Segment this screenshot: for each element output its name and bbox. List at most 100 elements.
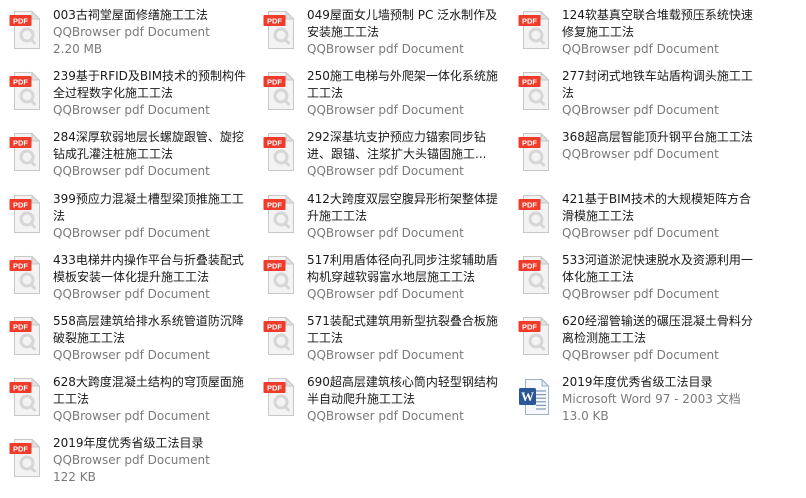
file-item[interactable]: PDF 277封闭式地铁车站盾构调头施工工法 QQBrowser pdf Docum… bbox=[509, 63, 759, 123]
file-item[interactable]: PDF 124软基真空联合堆载预压系统快速修复施工工法 QQBrowser pdf … bbox=[509, 2, 759, 62]
file-item[interactable]: PDF 239基于RFID及BIM技术的预制构件全过程数字化施工工法 QQBrows… bbox=[0, 63, 250, 123]
pdf-file-icon: PDF bbox=[263, 255, 295, 294]
file-info: 2019年度优秀省级工法目录 QQBrowser pdf Document 122 … bbox=[53, 435, 248, 486]
file-item[interactable]: PDF 399预应力混凝土槽型梁顶推施工工法 QQBrowser pdf Docum… bbox=[0, 186, 250, 246]
file-item[interactable]: PDF 533河道淤泥快速脱水及资源利用一体化施工工法 QQBrowser pdf … bbox=[509, 247, 759, 307]
pdf-icon-container: PDF bbox=[263, 377, 295, 417]
file-name: 399预应力混凝土槽型梁顶推施工工法 bbox=[53, 192, 244, 223]
file-info: 412大跨度双层空腹异形桁架整体提升施工工法 QQBrowser pdf Docu… bbox=[307, 191, 502, 242]
pdf-file-icon: PDF bbox=[263, 71, 295, 110]
file-item[interactable]: PDF 628大跨度混凝土结构的穹顶屋面施工工法 QQBrowser pdf Doc… bbox=[0, 369, 250, 429]
pdf-badge-label: PDF bbox=[13, 78, 28, 87]
pdf-file-icon: PDF bbox=[9, 377, 41, 416]
file-name: 690超高层建筑核心筒内轻型钢结构半自动爬升施工工法 bbox=[307, 375, 498, 406]
file-type: QQBrowser pdf Document bbox=[53, 164, 210, 178]
pdf-icon-container: PDF bbox=[9, 316, 41, 356]
pdf-file-icon: PDF bbox=[263, 316, 295, 355]
pdf-icon-container: PDF bbox=[263, 316, 295, 356]
file-item[interactable]: PDF 421基于BIM技术的大规模矩阵方合滑模施工工法 QQBrowser pdf… bbox=[509, 186, 759, 246]
pdf-badge-label: PDF bbox=[522, 323, 537, 332]
pdf-icon-container: PDF bbox=[9, 10, 41, 50]
pdf-badge-label: PDF bbox=[267, 323, 282, 332]
file-item[interactable]: PDF 558高层建筑给排水系统管道防沉降破裂施工工法 QQBrowser pdf … bbox=[0, 308, 250, 368]
file-info: 239基于RFID及BIM技术的预制构件全过程数字化施工工法 QQBrowser … bbox=[53, 68, 248, 119]
file-type: QQBrowser pdf Document bbox=[307, 42, 464, 56]
file-name: 2019年度优秀省级工法目录 bbox=[562, 375, 713, 389]
file-info: 620经溜管输送的碾压混凝土骨料分离检测施工工法 QQBrowser pdf Do… bbox=[562, 313, 757, 364]
pdf-badge-label: PDF bbox=[522, 201, 537, 210]
file-info: 277封闭式地铁车站盾构调头施工工法 QQBrowser pdf Document bbox=[562, 68, 757, 119]
pdf-icon-container: PDF bbox=[518, 132, 550, 172]
file-info: 533河道淤泥快速脱水及资源利用一体化施工工法 QQBrowser pdf Doc… bbox=[562, 252, 757, 303]
file-info: 124软基真空联合堆载预压系统快速修复施工工法 QQBrowser pdf Doc… bbox=[562, 7, 757, 58]
file-name: 620经溜管输送的碾压混凝土骨料分离检测施工工法 bbox=[562, 314, 753, 345]
file-info: 368超高层智能顶升钢平台施工工法 QQBrowser pdf Document bbox=[562, 129, 757, 163]
file-item[interactable]: PDF 433电梯井内操作平台与折叠装配式模板安装一体化提升施工工法 QQBrows… bbox=[0, 247, 250, 307]
file-info: 628大跨度混凝土结构的穹顶屋面施工工法 QQBrowser pdf Docume… bbox=[53, 374, 248, 425]
file-item[interactable]: PDF 690超高层建筑核心筒内轻型钢结构半自动爬升施工工法 QQBrowser p… bbox=[254, 369, 504, 429]
pdf-icon-container: PDF bbox=[518, 255, 550, 295]
pdf-badge-label: PDF bbox=[13, 384, 28, 393]
word-icon-container: W bbox=[518, 377, 550, 417]
file-type: QQBrowser pdf Document bbox=[562, 42, 719, 56]
pdf-file-icon: PDF bbox=[263, 132, 295, 171]
file-item[interactable]: PDF 292深基坑支护预应力锚索同步钻进、跟锚、注浆扩大头锚固施工... QQBr… bbox=[254, 124, 504, 184]
file-type: QQBrowser pdf Document bbox=[53, 103, 210, 117]
file-info: 250施工电梯与外爬架一体化系统施工工法 QQBrowser pdf Docume… bbox=[307, 68, 502, 119]
file-item[interactable]: PDF 620经溜管输送的碾压混凝土骨料分离检测施工工法 QQBrowser pdf… bbox=[509, 308, 759, 368]
file-item[interactable]: PDF 2019年度优秀省级工法目录 QQBrowser pdf Document 1… bbox=[0, 430, 250, 490]
file-item[interactable]: PDF 003古祠堂屋面修缮施工工法 QQBrowser pdf Document 2… bbox=[0, 2, 250, 62]
pdf-icon-container: PDF bbox=[518, 316, 550, 356]
pdf-badge-label: PDF bbox=[13, 17, 28, 26]
pdf-badge-label: PDF bbox=[522, 78, 537, 87]
file-info: 421基于BIM技术的大规模矩阵方合滑模施工工法 QQBrowser pdf Do… bbox=[562, 191, 757, 242]
pdf-icon-container: PDF bbox=[9, 194, 41, 234]
pdf-badge-label: PDF bbox=[267, 262, 282, 271]
file-type: QQBrowser pdf Document bbox=[53, 226, 210, 240]
pdf-badge-label: PDF bbox=[522, 139, 537, 148]
file-info: 2019年度优秀省级工法目录 Microsoft Word 97 - 2003 文… bbox=[562, 374, 757, 425]
file-info: 558高层建筑给排水系统管道防沉降破裂施工工法 QQBrowser pdf Doc… bbox=[53, 313, 248, 364]
pdf-file-icon: PDF bbox=[9, 438, 41, 477]
pdf-file-icon: PDF bbox=[9, 10, 41, 49]
file-size: 122 KB bbox=[53, 470, 96, 484]
pdf-icon-container: PDF bbox=[9, 255, 41, 295]
file-item[interactable]: PDF 250施工电梯与外爬架一体化系统施工工法 QQBrowser pdf Doc… bbox=[254, 63, 504, 123]
file-size: 2.20 MB bbox=[53, 42, 103, 56]
file-type: QQBrowser pdf Document bbox=[53, 348, 210, 362]
file-name: 433电梯井内操作平台与折叠装配式模板安装一体化提升施工工法 bbox=[53, 253, 244, 284]
pdf-icon-container: PDF bbox=[263, 194, 295, 234]
file-item[interactable]: PDF 284深厚软弱地层长螺旋跟管、旋挖钻成孔灌注桩施工工法 QQBrowser … bbox=[0, 124, 250, 184]
pdf-badge-label: PDF bbox=[267, 139, 282, 148]
file-item[interactable]: PDF 571装配式建筑用新型抗裂叠合板施工工法 QQBrowser pdf Doc… bbox=[254, 308, 504, 368]
pdf-file-icon: PDF bbox=[9, 71, 41, 110]
file-name: 239基于RFID及BIM技术的预制构件全过程数字化施工工法 bbox=[53, 69, 247, 100]
file-item[interactable]: PDF 049屋面女儿墙预制 PC 泛水制作及安装施工工法 QQBrowser pd… bbox=[254, 2, 504, 62]
file-type: QQBrowser pdf Document bbox=[307, 409, 464, 423]
file-item[interactable]: W 2019年度优秀省级工法目录 Microsoft Word 97 - 2003 … bbox=[509, 369, 759, 429]
pdf-badge-label: PDF bbox=[522, 262, 537, 271]
file-info: 284深厚软弱地层长螺旋跟管、旋挖钻成孔灌注桩施工工法 QQBrowser pdf… bbox=[53, 129, 248, 180]
file-info: 003古祠堂屋面修缮施工工法 QQBrowser pdf Document 2.20… bbox=[53, 7, 248, 58]
file-type: QQBrowser pdf Document bbox=[562, 348, 719, 362]
file-name: 292深基坑支护预应力锚索同步钻进、跟锚、注浆扩大头锚固施工... bbox=[307, 130, 487, 161]
file-item[interactable]: PDF 517利用盾体径向孔同步注浆辅助盾构机穿越软弱富水地层施工工法 QQBrow… bbox=[254, 247, 504, 307]
file-item[interactable]: PDF 412大跨度双层空腹异形桁架整体提升施工工法 QQBrowser pdf D… bbox=[254, 186, 504, 246]
file-name: 421基于BIM技术的大规模矩阵方合滑模施工工法 bbox=[562, 192, 752, 223]
file-info: 690超高层建筑核心筒内轻型钢结构半自动爬升施工工法 QQBrowser pdf … bbox=[307, 374, 502, 425]
file-grid: PDF 003古祠堂屋面修缮施工工法 QQBrowser pdf Document 2… bbox=[0, 0, 806, 498]
file-name: 2019年度优秀省级工法目录 bbox=[53, 436, 204, 450]
pdf-icon-container: PDF bbox=[9, 71, 41, 111]
pdf-icon-container: PDF bbox=[9, 132, 41, 172]
pdf-badge-label: PDF bbox=[13, 262, 28, 271]
pdf-file-icon: PDF bbox=[263, 194, 295, 233]
pdf-icon-container: PDF bbox=[263, 10, 295, 50]
pdf-file-icon: PDF bbox=[518, 132, 550, 171]
file-info: 517利用盾体径向孔同步注浆辅助盾构机穿越软弱富水地层施工工法 QQBrowser… bbox=[307, 252, 502, 303]
pdf-file-icon: PDF bbox=[9, 255, 41, 294]
pdf-badge-label: PDF bbox=[267, 201, 282, 210]
file-type: Microsoft Word 97 - 2003 文档 bbox=[562, 392, 741, 406]
pdf-badge-label: PDF bbox=[13, 323, 28, 332]
file-type: QQBrowser pdf Document bbox=[307, 226, 464, 240]
file-item[interactable]: PDF 368超高层智能顶升钢平台施工工法 QQBrowser pdf Docume… bbox=[509, 124, 759, 184]
